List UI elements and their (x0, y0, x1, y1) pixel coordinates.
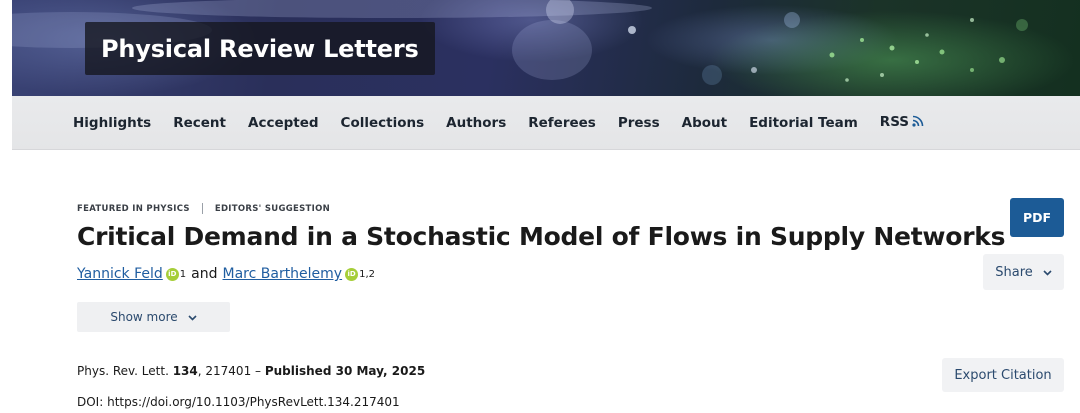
journal-banner: Physical Review Letters (12, 0, 1080, 96)
flag-editors-suggestion[interactable]: EDITORS' SUGGESTION (215, 204, 330, 214)
flag-featured-in-physics[interactable]: FEATURED IN PHYSICS (77, 204, 190, 214)
nav-item-highlights[interactable]: Highlights (73, 115, 151, 131)
journal-title-box[interactable]: Physical Review Letters (85, 22, 435, 75)
nav-item-recent[interactable]: Recent (173, 115, 226, 131)
export-citation-button[interactable]: Export Citation (942, 358, 1064, 392)
pdf-button[interactable]: PDF (1010, 198, 1064, 237)
doi-line[interactable]: DOI: https://doi.org/10.1103/PhysRevLett… (77, 395, 400, 409)
share-label: Share (995, 264, 1033, 280)
nav-item-accepted[interactable]: Accepted (248, 115, 319, 131)
article-title: Critical Demand in a Stochastic Model of… (77, 222, 1006, 251)
citation-published-date: Published 30 May, 2025 (264, 364, 426, 378)
orcid-icon[interactable]: iD (345, 267, 359, 281)
nav-items: Highlights Recent Accepted Collections A… (73, 96, 946, 149)
author-affiliation: 1,2 (359, 268, 376, 280)
rss-feed-icon (912, 115, 924, 131)
main-nav: Highlights Recent Accepted Collections A… (12, 96, 1080, 150)
author-conjunction: and (191, 266, 218, 282)
chevron-down-icon (188, 310, 197, 324)
chevron-down-icon (1043, 265, 1052, 280)
author-affiliation: 1 (179, 268, 187, 280)
article-flags: FEATURED IN PHYSICS EDITORS' SUGGESTION (77, 203, 330, 214)
flag-divider (201, 203, 203, 214)
author-link-yannick-feld[interactable]: Yannick Feld (77, 266, 163, 282)
author-list: Yannick Feld iD 1 and Marc Barthelemy iD… (77, 266, 375, 282)
nav-item-rss[interactable]: RSS (880, 114, 924, 131)
nav-item-about[interactable]: About (682, 115, 727, 131)
show-more-label: Show more (110, 310, 178, 324)
citation-line: Phys. Rev. Lett. 134, 217401 – Published… (77, 364, 425, 378)
nav-item-editorial-team[interactable]: Editorial Team (749, 115, 858, 131)
nav-item-referees[interactable]: Referees (528, 115, 596, 131)
journal-title[interactable]: Physical Review Letters (101, 35, 419, 63)
share-button[interactable]: Share (983, 254, 1064, 290)
nav-item-rss-label: RSS (879, 114, 910, 130)
author-link-marc-barthelemy[interactable]: Marc Barthelemy (223, 266, 343, 282)
orcid-icon[interactable]: iD (165, 267, 179, 281)
nav-item-collections[interactable]: Collections (341, 115, 425, 131)
nav-item-press[interactable]: Press (618, 115, 660, 131)
citation-article-number: , 217401 – (197, 364, 265, 378)
citation-volume: 134 (172, 364, 198, 378)
nav-item-authors[interactable]: Authors (446, 115, 506, 131)
citation-journal: Phys. Rev. Lett. (77, 364, 173, 378)
page-gutter (0, 0, 12, 150)
show-more-button[interactable]: Show more (77, 302, 230, 332)
